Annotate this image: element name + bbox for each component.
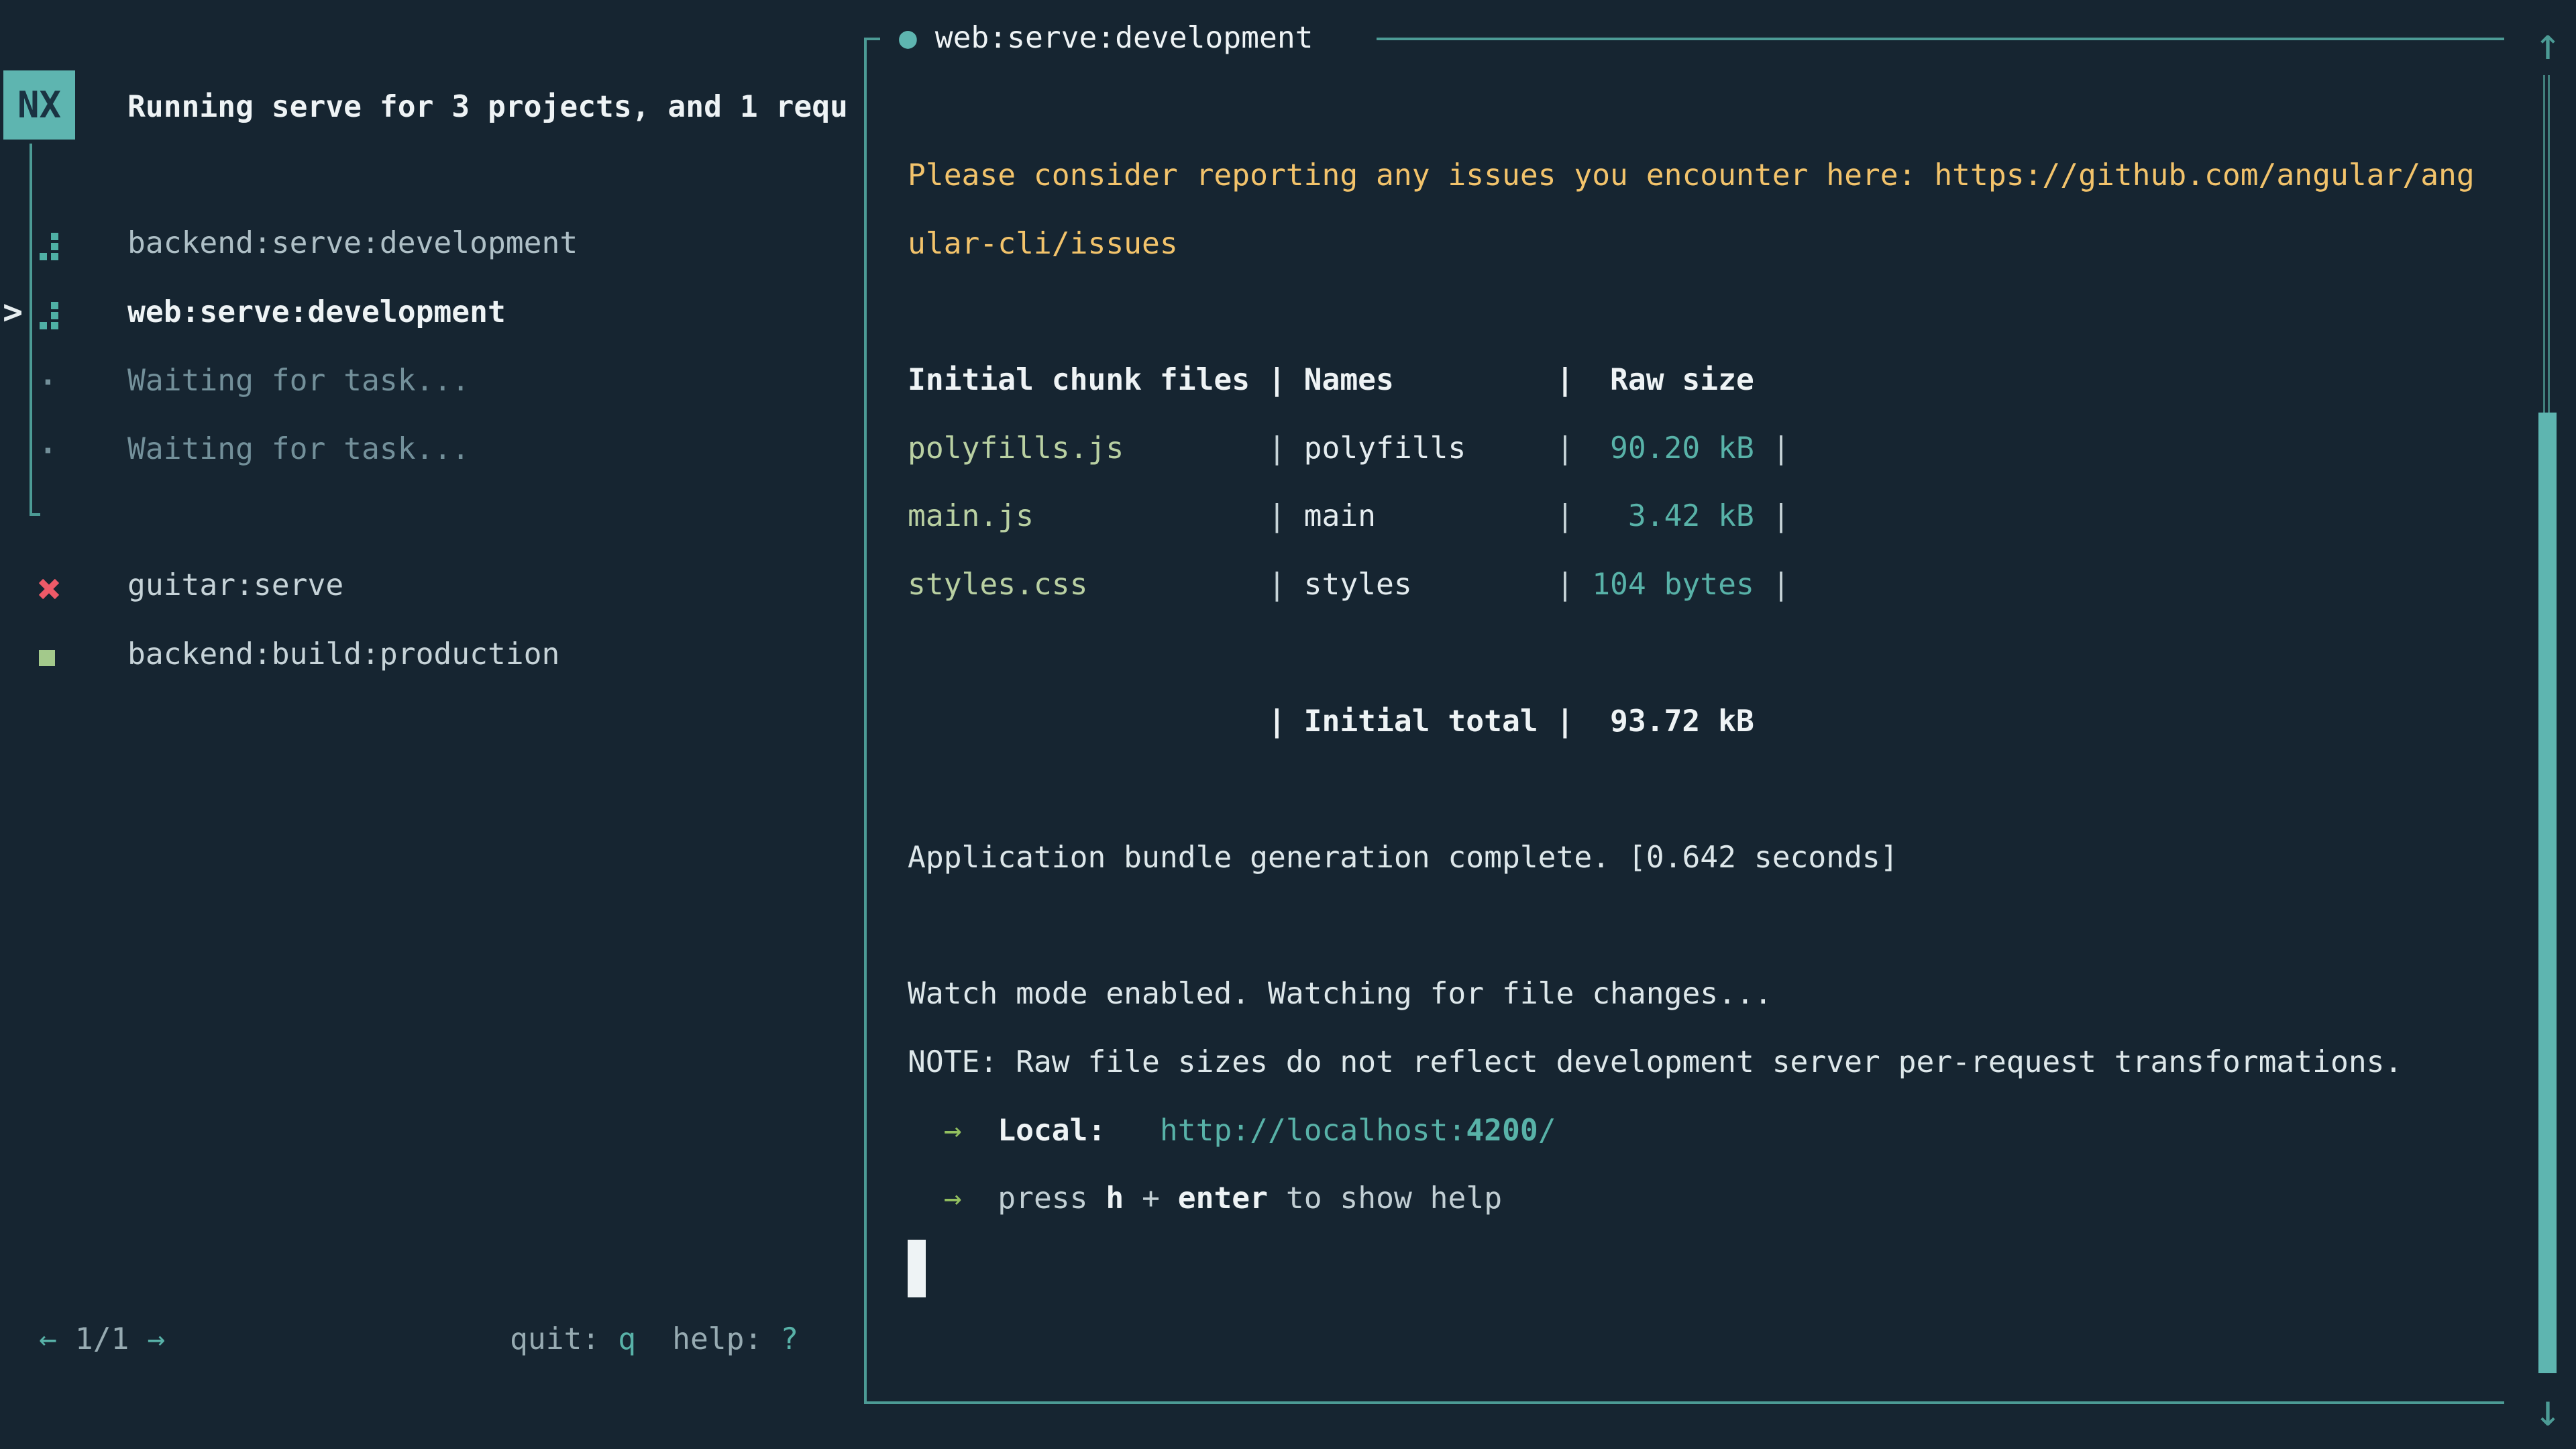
task-tree-line-foot [30,513,40,516]
sidebar-item-web-serve[interactable]: web:serve:development [39,278,506,346]
sidebar-item-label: Waiting for task... [127,431,470,466]
sidebar-item-label: web:serve:development [127,294,506,329]
nx-logo: NX [3,70,75,140]
chunk-file: styles.css [908,551,1268,619]
panel-title-text: web:serve:development [935,20,1313,55]
quit-key: q [618,1322,636,1356]
local-label: Local: [998,1113,1106,1148]
pager-next-icon[interactable]: → [147,1322,165,1356]
status-dot-icon: ● [899,20,917,55]
key-h: h [1106,1181,1124,1216]
chunk-name: styles [1304,551,1556,619]
terminal-cursor [908,1240,926,1297]
issues-notice-line1[interactable]: Please consider reporting any issues you… [908,142,2475,210]
pager-prev-icon[interactable]: ← [39,1322,57,1356]
scroll-down-icon[interactable]: ↓ [2524,1379,2571,1442]
table-row: styles.css|styles|104 bytes| [908,551,2475,619]
sidebar-item-label: guitar:serve [127,568,343,602]
table-row: polyfills.js|polyfills|90.20 kB| [908,415,2475,483]
chunk-name: polyfills [1304,415,1556,483]
chunk-file: main.js [908,482,1268,551]
sidebar-item-label: backend:build:production [127,637,559,672]
sidebar-item-label: backend:serve:development [127,225,578,260]
pager-position: 1/1 [57,1322,148,1356]
chunk-size: 3.42 kB [1592,482,1754,551]
task-tree-line [30,144,32,513]
scrollbar-track[interactable] [2548,75,2550,413]
quit-label: quit: [510,1322,600,1356]
chunk-name: main [1304,482,1556,551]
total-label: Initial total [1304,688,1556,756]
arrow-right-icon: → [944,1113,962,1148]
panel-border-top-stub [864,38,880,40]
header-names: Names [1304,346,1556,415]
sidebar-item-guitar-serve[interactable]: guitar:serve [39,551,343,619]
help-hint-line: → press h + enter to show help [908,1165,2475,1233]
app-title: Running serve for 3 projects, and 1 requ [127,72,848,141]
sidebar-item-label: Waiting for task... [127,363,470,398]
total-row: |Initial total|93.72 kB [908,688,2475,756]
local-url-line: → Local: http://localhost:4200/ [908,1097,2475,1165]
note-line: NOTE: Raw file sizes do not reflect deve… [908,1028,2475,1097]
sidebar-item-waiting-2[interactable]: ·Waiting for task... [39,415,470,483]
chunk-file: polyfills.js [908,415,1268,483]
panel-border-top [1377,38,2504,40]
arrow-right-icon: → [944,1181,962,1216]
key-enter: enter [1178,1181,1268,1216]
cross-icon [39,553,127,621]
spinner-icon [39,280,127,348]
selected-chevron-icon: > [3,278,23,346]
terminal-output: Please consider reporting any issues you… [908,142,2475,1301]
waiting-dot-icon: · [39,417,127,485]
chunk-size: 90.20 kB [1592,415,1754,483]
spinner-icon [39,211,127,279]
chunk-size: 104 bytes [1592,551,1754,619]
scrollbar-track[interactable] [2543,75,2545,413]
panel-title: ● web:serve:development [899,3,1313,72]
total-size: 93.72 kB [1592,688,1754,756]
help-label: help: [672,1322,762,1356]
panel-border-left [864,38,867,1404]
issues-notice-line2[interactable]: ular-cli/issues [908,210,2475,278]
scroll-up-icon[interactable]: ↑ [2524,12,2571,76]
header-raw-size: Raw size [1592,346,1754,415]
chunk-table-header: Initial chunk files|Names|Raw size [908,346,2475,415]
panel-border-bottom [864,1401,2504,1404]
header-files: Initial chunk files [908,346,1268,415]
bundle-complete-line: Application bundle generation complete. … [908,824,2475,892]
table-row: main.js|main|3.42 kB| [908,482,2475,551]
keyboard-hints: quit: q help:? [510,1305,798,1373]
help-key: ? [780,1322,798,1356]
watch-mode-line: Watch mode enabled. Watching for file ch… [908,960,2475,1028]
sidebar-item-backend-build[interactable]: backend:build:production [39,620,559,688]
waiting-dot-icon: · [39,348,127,417]
scrollbar-thumb[interactable] [2538,413,2557,1373]
cursor-line [908,1233,2475,1301]
local-url[interactable]: http://localhost:4200/ [1160,1113,1556,1148]
local-port[interactable]: 4200 [1466,1113,1538,1148]
sidebar-item-backend-serve[interactable]: backend:serve:development [39,209,578,277]
sidebar-item-waiting-1[interactable]: ·Waiting for task... [39,346,470,415]
pager: ←1/1→ [39,1305,165,1373]
square-icon [39,622,127,690]
